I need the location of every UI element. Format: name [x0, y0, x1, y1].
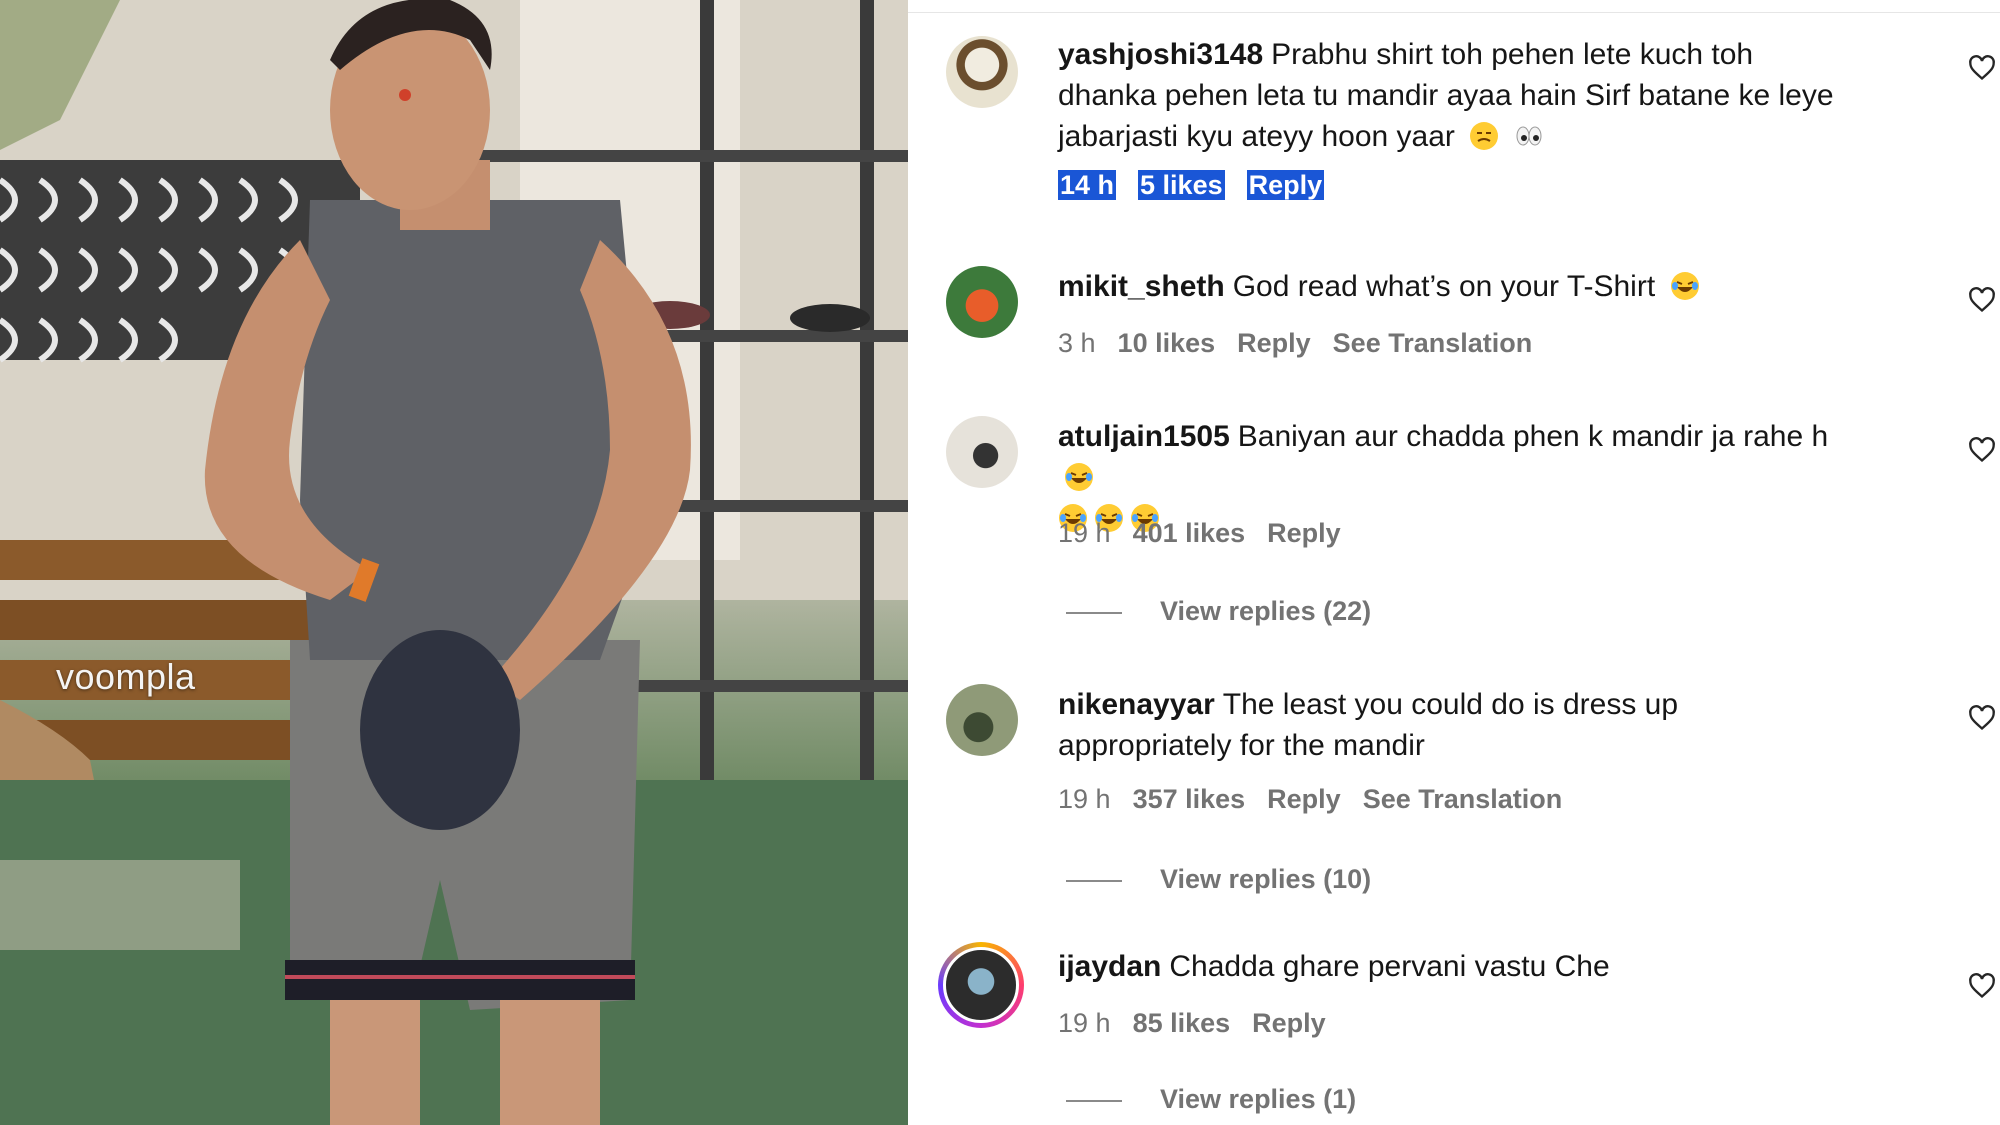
like-heart-icon[interactable]: [1968, 972, 1996, 1000]
disappointed-face-icon: [1470, 122, 1499, 150]
watermark-text: voompla: [56, 656, 196, 697]
see-translation-button[interactable]: See Translation: [1363, 784, 1563, 814]
avatar[interactable]: [938, 942, 1024, 1028]
like-count[interactable]: 5 likes: [1138, 170, 1225, 200]
comment-time: 19 h: [1058, 1008, 1111, 1038]
reply-button[interactable]: Reply: [1252, 1008, 1326, 1038]
comment-body: nikenayyar The least you could do is dres…: [1058, 684, 1858, 766]
like-count[interactable]: 401 likes: [1133, 518, 1246, 548]
replies-divider: [1066, 1099, 1122, 1102]
comment-meta: 19 h 85 likes Reply: [1058, 1008, 1348, 1039]
comment-meta: 3 h 10 likes Reply See Translation: [1058, 328, 1554, 359]
media-illustration: [0, 0, 908, 1125]
comment-meta: 19 h 401 likes Reply: [1058, 518, 1363, 549]
like-heart-icon[interactable]: [1968, 704, 1996, 732]
view-replies-button[interactable]: View replies (10): [1066, 864, 1371, 895]
comment-body: ijaydan Chadda ghare pervani vastu Che: [1058, 946, 1858, 987]
eyes-icon: [1516, 126, 1542, 146]
comment-username[interactable]: mikit_sheth: [1058, 270, 1225, 303]
comment-time: 14 h: [1058, 170, 1117, 200]
like-heart-icon[interactable]: [1968, 436, 1996, 464]
comment-body: yashjoshi3148 Prabhu shirt toh pehen lete…: [1058, 34, 1858, 157]
comment-body: mikit_sheth God read what’s on your T-Shi…: [1058, 266, 1858, 307]
replies-divider: [1066, 611, 1122, 614]
comment-time: 19 h: [1058, 784, 1111, 814]
comment-username[interactable]: ijaydan: [1058, 950, 1161, 983]
replies-divider: [1066, 879, 1122, 882]
like-count[interactable]: 10 likes: [1118, 328, 1216, 358]
view-replies-label: View replies (1): [1160, 1084, 1357, 1114]
post-media[interactable]: voompla: [0, 0, 908, 1125]
comment-username[interactable]: atuljain1505: [1058, 420, 1230, 453]
comments-panel: yashjoshi3148 Prabhu shirt toh pehen lete…: [908, 0, 2000, 1125]
like-count[interactable]: 85 likes: [1133, 1008, 1231, 1038]
laughing-face-icon: [1065, 463, 1093, 491]
view-replies-button[interactable]: View replies (22): [1066, 596, 1371, 627]
reply-button[interactable]: Reply: [1267, 518, 1341, 548]
reply-button[interactable]: Reply: [1246, 170, 1325, 200]
comment-text: God read what’s on your T-Shirt: [1232, 270, 1656, 303]
reply-button[interactable]: Reply: [1237, 328, 1311, 358]
comment-text: Chadda ghare pervani vastu Che: [1169, 950, 1610, 983]
view-replies-button[interactable]: View replies (1): [1066, 1084, 1356, 1115]
comment-time: 19 h: [1058, 518, 1111, 548]
see-translation-button[interactable]: See Translation: [1333, 328, 1533, 358]
comment-time: 3 h: [1058, 328, 1096, 358]
comment-meta: 19 h 357 likes Reply See Translation: [1058, 784, 1584, 815]
reply-button[interactable]: Reply: [1267, 784, 1341, 814]
comment-username[interactable]: nikenayyar: [1058, 688, 1215, 721]
comment-text: Baniyan aur chadda phen k mandir ja rahe…: [1237, 420, 1829, 453]
avatar[interactable]: [946, 36, 1018, 108]
comment-meta: 14 h 5 likes Reply: [1058, 170, 1346, 201]
view-replies-label: View replies (22): [1160, 596, 1372, 626]
like-heart-icon[interactable]: [1968, 286, 1996, 314]
avatar[interactable]: [946, 266, 1018, 338]
avatar-image: [943, 947, 1019, 1023]
avatar[interactable]: [946, 416, 1018, 488]
like-heart-icon[interactable]: [1968, 54, 1996, 82]
comment-username[interactable]: yashjoshi3148: [1058, 38, 1263, 71]
divider: [908, 12, 2000, 13]
like-count[interactable]: 357 likes: [1133, 784, 1246, 814]
view-replies-label: View replies (10): [1160, 864, 1372, 894]
avatar[interactable]: [946, 684, 1018, 756]
laughing-face-icon: [1670, 272, 1699, 300]
